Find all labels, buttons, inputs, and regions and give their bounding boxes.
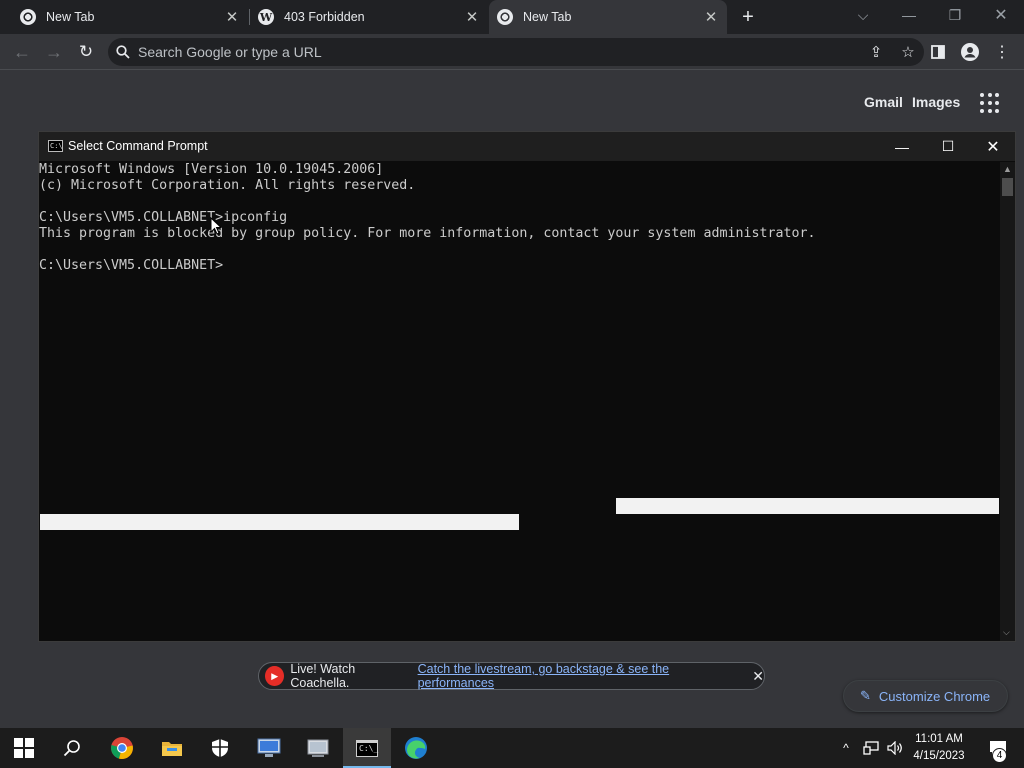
start-icon <box>14 738 34 758</box>
promo-link[interactable]: Catch the livestream, go backstage & see… <box>418 662 739 690</box>
taskbar-command-prompt[interactable]: C:\_ <box>343 728 391 768</box>
minimize-button[interactable]: — <box>886 0 932 30</box>
selection-highlight <box>616 498 999 514</box>
tab-403-forbidden[interactable]: W 403 Forbidden ✕ <box>250 0 488 34</box>
customize-chrome-button[interactable]: ✎ Customize Chrome <box>843 680 1008 712</box>
taskbar-file-explorer[interactable] <box>148 728 196 768</box>
taskbar-network-settings[interactable] <box>294 728 342 768</box>
youtube-icon: ▶ <box>265 666 285 686</box>
reload-button[interactable]: ↻ <box>74 41 98 63</box>
cmd-scrollbar[interactable]: ▲ ⌵ <box>1000 162 1015 641</box>
side-panel-icon[interactable] <box>926 41 950 63</box>
network-icon[interactable] <box>860 728 882 768</box>
taskbar-chrome[interactable] <box>98 728 146 768</box>
new-tab-button[interactable]: + <box>736 5 760 29</box>
customize-chrome-label: Customize Chrome <box>878 688 991 704</box>
cmd-minimize-button[interactable]: — <box>879 132 925 161</box>
command-prompt-icon: C:\_ <box>356 739 378 757</box>
restore-button[interactable]: ❐ <box>932 0 978 30</box>
profile-icon[interactable] <box>958 41 982 63</box>
taskbar-security[interactable] <box>196 728 244 768</box>
cmd-window-title: Select Command Prompt <box>68 139 208 153</box>
pencil-icon: ✎ <box>860 688 871 703</box>
forward-button[interactable]: → <box>42 41 66 63</box>
google-apps-icon[interactable] <box>980 93 1000 113</box>
start-button[interactable] <box>0 728 48 768</box>
images-link[interactable]: Images <box>912 94 960 110</box>
edge-icon <box>405 737 427 759</box>
taskbar-edge[interactable] <box>392 728 440 768</box>
console-line: This program is blocked by group policy.… <box>39 226 816 241</box>
command-prompt-icon: C:\ <box>48 140 63 152</box>
tab-search-icon[interactable]: ⌵ <box>840 0 886 30</box>
back-button[interactable]: ← <box>10 41 34 63</box>
scroll-thumb[interactable] <box>1002 178 1013 196</box>
chrome-menu-icon[interactable]: ⋮ <box>990 41 1014 63</box>
browser-toolbar: ← → ↻ ⇪ ☆ ⋮ <box>0 34 1024 70</box>
notification-count-badge: 4 <box>992 748 1007 763</box>
taskbar-search-button[interactable] <box>48 728 96 768</box>
windows-taskbar: C:\_ ^ 11:01 AM 4/15/2023 4 <box>0 728 1024 768</box>
close-tab-icon[interactable]: ✕ <box>464 9 480 26</box>
close-tab-icon[interactable]: ✕ <box>703 9 719 26</box>
mouse-cursor-icon <box>210 217 222 235</box>
share-icon[interactable]: ⇪ <box>860 43 892 61</box>
gmail-link[interactable]: Gmail <box>864 94 903 110</box>
system-clock[interactable]: 11:01 AM 4/15/2023 <box>906 731 972 765</box>
tab-new-tab-1[interactable]: New Tab ✕ <box>12 0 248 34</box>
console-prompt: C:\Users\VM5.COLLABNET> <box>39 258 224 273</box>
bookmark-star-icon[interactable]: ☆ <box>892 43 924 61</box>
selection-highlight <box>40 514 519 530</box>
show-hidden-icons[interactable]: ^ <box>836 728 856 768</box>
promo-banner: ▶ Live! Watch Coachella. Catch the lives… <box>258 662 765 690</box>
remote-desktop-icon <box>257 738 281 757</box>
chrome-icon <box>497 9 513 25</box>
tab-title: New Tab <box>523 10 572 24</box>
close-tab-icon[interactable]: ✕ <box>224 9 240 26</box>
security-icon <box>212 739 228 757</box>
close-promo-icon[interactable]: ✕ <box>752 668 764 685</box>
chrome-icon <box>20 9 36 25</box>
tab-title: 403 Forbidden <box>284 10 365 24</box>
taskbar-remote-desktop[interactable] <box>245 728 293 768</box>
file-explorer-icon <box>162 742 182 756</box>
cmd-close-button[interactable]: ✕ <box>970 132 1016 161</box>
network-settings-icon <box>307 739 329 757</box>
scroll-up-icon[interactable]: ▲ <box>1003 164 1012 174</box>
tab-new-tab-active[interactable]: New Tab ✕ <box>489 0 727 34</box>
clock-date: 4/15/2023 <box>913 750 965 762</box>
cmd-console-output[interactable]: Microsoft Windows [Version 10.0.19045.20… <box>39 162 999 641</box>
close-window-button[interactable]: ✕ <box>978 0 1024 30</box>
omnibox-input[interactable] <box>138 44 860 60</box>
command-prompt-window[interactable]: C:\ Select Command Prompt — ☐ ✕ Microsof… <box>38 131 1016 642</box>
volume-icon[interactable] <box>884 728 906 768</box>
clock-time: 11:01 AM <box>915 733 963 745</box>
promo-lead-text: Live! Watch Coachella. <box>290 662 356 690</box>
omnibox[interactable]: ⇪ ☆ <box>108 38 924 66</box>
console-line: Microsoft Windows [Version 10.0.19045.20… <box>39 162 384 177</box>
cmd-maximize-button[interactable]: ☐ <box>925 132 971 161</box>
search-icon <box>63 740 80 757</box>
chrome-icon <box>111 737 133 759</box>
cmd-title-bar[interactable]: C:\ Select Command Prompt — ☐ ✕ <box>39 132 1015 161</box>
tab-strip: New Tab ✕ W 403 Forbidden ✕ New Tab ✕ + … <box>0 0 1024 34</box>
console-line: (c) Microsoft Corporation. All rights re… <box>39 178 416 193</box>
tab-title: New Tab <box>46 10 95 24</box>
scroll-down-icon[interactable]: ⌵ <box>1003 627 1010 638</box>
wordpress-icon: W <box>258 9 274 25</box>
search-icon <box>108 45 138 59</box>
console-line: C:\Users\VM5.COLLABNET>ipconfig <box>39 210 288 225</box>
